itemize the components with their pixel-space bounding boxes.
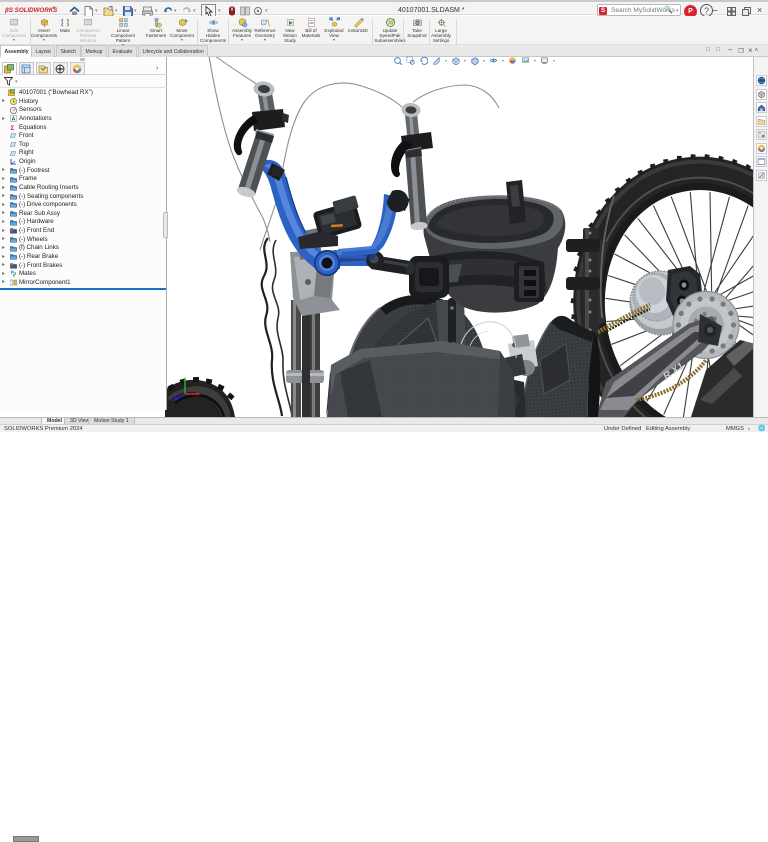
svg-text:A: A	[12, 117, 16, 122]
svg-text:Σ: Σ	[11, 125, 15, 131]
